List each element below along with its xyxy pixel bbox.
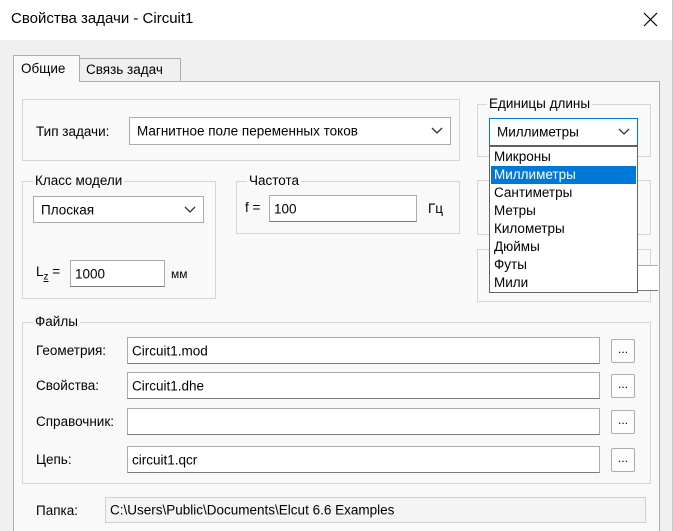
units-option-inches[interactable]: Дюймы — [491, 238, 636, 256]
geometry-input[interactable]: Circuit1.mod — [127, 337, 600, 364]
units-option-microns[interactable]: Микроны — [491, 148, 636, 166]
problem-type-label: Тип задачи: — [36, 124, 110, 139]
folder-label: Папка: — [36, 503, 78, 518]
chevron-down-icon — [618, 128, 630, 135]
library-browse-button[interactable]: ... — [611, 410, 635, 434]
frequency-input[interactable]: 100 — [269, 195, 417, 222]
close-button[interactable] — [628, 0, 672, 38]
problem-type-select[interactable]: Магнитное поле переменных токов — [129, 117, 451, 145]
library-input[interactable] — [127, 408, 600, 435]
tab-problem-coupling[interactable]: Связь задач — [80, 58, 181, 82]
units-dropdown-list: Микроны Миллиметры Сантиметры Метры Кило… — [489, 146, 638, 293]
properties-input[interactable]: Circuit1.dhe — [127, 372, 600, 399]
circuit-input[interactable]: circuit1.qcr — [127, 446, 600, 473]
units-option-millimeters[interactable]: Миллиметры — [491, 166, 636, 184]
model-class-select[interactable]: Плоская — [33, 196, 204, 223]
lz-unit: мм — [171, 267, 188, 281]
close-icon — [643, 12, 658, 26]
lz-input[interactable]: 1000 — [70, 260, 165, 287]
units-group-label: Единицы длины — [487, 96, 593, 112]
chevron-down-icon — [184, 206, 196, 213]
units-option-centimeters[interactable]: Сантиметры — [491, 184, 636, 202]
frequency-f-label: f = — [245, 200, 261, 215]
dialog-window: Свойства задачи - Circuit1 Общие Связь з… — [0, 0, 673, 531]
frequency-group-label: Частота — [247, 173, 302, 189]
tab-general[interactable]: Общие — [13, 55, 80, 82]
units-select[interactable]: Миллиметры — [489, 118, 638, 146]
files-group-label: Файлы — [33, 314, 80, 330]
units-option-feet[interactable]: Футы — [491, 256, 636, 274]
units-option-meters[interactable]: Метры — [491, 202, 636, 220]
lz-label: Lz = — [36, 264, 61, 283]
chevron-down-icon — [431, 127, 443, 134]
folder-path: C:\Users\Public\Documents\Elcut 6.6 Exam… — [105, 497, 646, 523]
circuit-browse-button[interactable]: ... — [611, 448, 635, 472]
model-class-group-label: Класс модели — [33, 173, 125, 189]
frequency-unit: Гц — [428, 201, 444, 216]
circuit-label: Цепь: — [36, 452, 72, 467]
properties-label: Свойства: — [36, 378, 100, 393]
geometry-label: Геометрия: — [36, 343, 107, 358]
units-option-miles[interactable]: Мили — [491, 274, 636, 292]
units-option-kilometers[interactable]: Километры — [491, 220, 636, 238]
geometry-browse-button[interactable]: ... — [611, 339, 635, 363]
properties-browse-button[interactable]: ... — [611, 374, 635, 398]
library-label: Справочник: — [36, 414, 114, 429]
title-bar: Свойства задачи - Circuit1 — [0, 0, 672, 40]
window-title: Свойства задачи - Circuit1 — [11, 10, 194, 27]
